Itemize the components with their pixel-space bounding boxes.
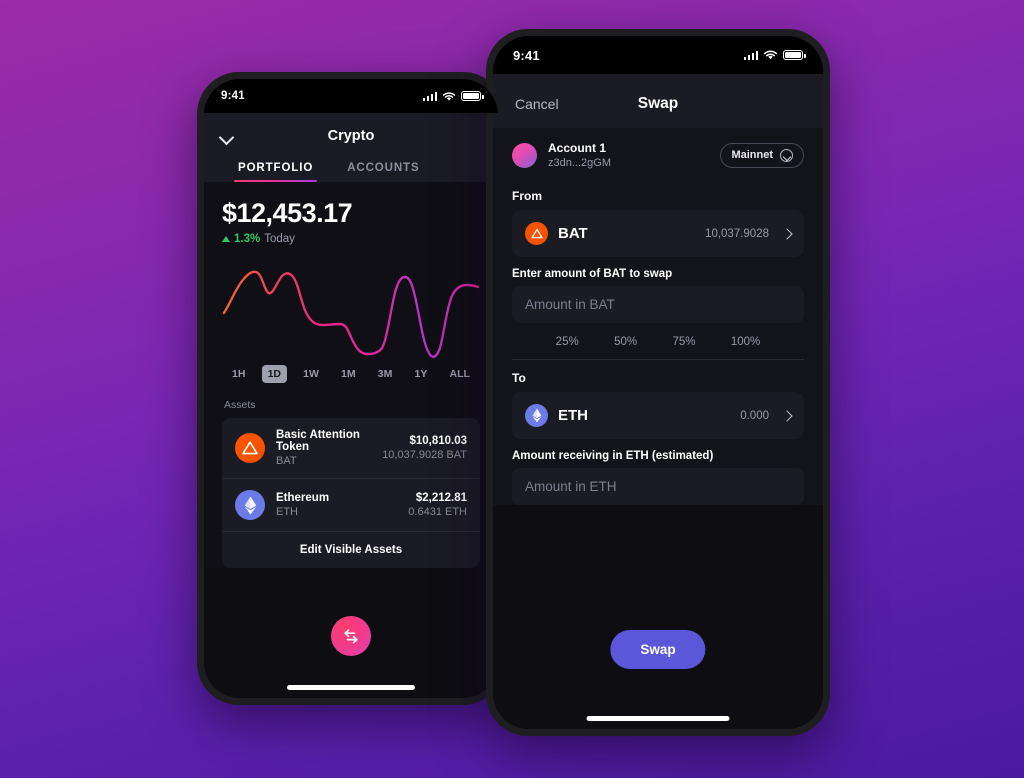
edit-visible-assets-button[interactable]: Edit Visible Assets	[222, 531, 480, 568]
home-indicator	[287, 685, 415, 690]
to-token-selector[interactable]: ETH 0.000	[512, 392, 804, 439]
page-title: Crypto	[327, 128, 375, 144]
chevron-right-icon	[781, 409, 793, 422]
asset-name: Basic Attention Token	[276, 429, 360, 453]
change-period: Today	[264, 233, 295, 245]
phone-left-bezel: 9:41 Crypto PORTFOLIO ACCOUNTS $12,453.1…	[204, 79, 498, 698]
wifi-icon	[763, 50, 778, 60]
total-balance: $12,453.17	[222, 198, 353, 228]
tab-accounts[interactable]: ACCOUNTS	[347, 162, 419, 182]
to-section-label: To	[512, 371, 526, 385]
status-bar-time: 9:41	[221, 90, 245, 102]
range-1y[interactable]: 1Y	[409, 365, 434, 383]
range-1w[interactable]: 1W	[297, 365, 325, 383]
balance-change: 1.3% Today	[222, 233, 480, 245]
bat-coin-icon	[235, 433, 265, 463]
to-field-label: Amount receiving in ETH (estimated)	[512, 450, 714, 462]
to-amount-input[interactable]: Amount in ETH	[512, 468, 804, 505]
account-name: Account 1	[548, 141, 607, 155]
network-selector[interactable]: Mainnet	[720, 142, 804, 168]
table-row[interactable]: Ethereum ETH $2,212.81 0.6431 ETH	[222, 478, 480, 531]
assets-section-label: Assets	[224, 399, 256, 411]
battery-icon	[783, 50, 806, 60]
asset-token-amount: 10,037.9028 BAT	[382, 449, 467, 461]
swap-button[interactable]: Swap	[610, 630, 706, 669]
account-avatar-icon	[512, 142, 537, 168]
phone-right-bezel: 9:41 Cancel Swap Account 1 z3dn...2gGM M…	[493, 36, 823, 729]
phone-right-swap: 9:41 Cancel Swap Account 1 z3dn...2gGM M…	[486, 29, 830, 736]
home-indicator	[586, 716, 730, 721]
asset-values: $10,810.03 10,037.9028 BAT	[382, 435, 467, 461]
phone-right-screen: 9:41 Cancel Swap Account 1 z3dn...2gGM M…	[493, 36, 823, 729]
percent-shortcuts: 25% 50% 75% 100%	[512, 323, 804, 359]
time-range-selector: 1H 1D 1W 1M 3M 1Y ALL	[222, 363, 480, 383]
account-row[interactable]: Account 1 z3dn...2gGM Mainnet	[512, 128, 804, 180]
range-1h[interactable]: 1H	[226, 365, 251, 383]
assets-list: Basic Attention Token BAT $10,810.03 10,…	[222, 418, 480, 568]
phone-left-screen: 9:41 Crypto PORTFOLIO ACCOUNTS $12,453.1…	[204, 79, 498, 698]
battery-icon	[461, 91, 484, 101]
notch	[592, 36, 724, 63]
tab-portfolio[interactable]: PORTFOLIO	[233, 162, 318, 182]
chevron-right-icon	[781, 227, 793, 240]
wifi-icon	[442, 91, 456, 101]
chart-line	[222, 270, 480, 359]
range-1d[interactable]: 1D	[261, 365, 288, 383]
network-label: Mainnet	[731, 149, 773, 161]
account-info: Account 1 z3dn...2gGM	[548, 141, 611, 169]
asset-info: Ethereum ETH	[276, 492, 397, 518]
portfolio-chart-svg	[222, 270, 480, 359]
portfolio-chart[interactable]	[222, 255, 480, 363]
notch	[295, 79, 407, 103]
from-token-symbol: BAT	[558, 225, 588, 242]
asset-token-amount: 0.6431 ETH	[408, 506, 467, 518]
table-row[interactable]: Basic Attention Token BAT $10,810.03 10,…	[222, 418, 480, 478]
status-bar-indicators	[743, 49, 806, 61]
asset-info: Basic Attention Token BAT	[276, 429, 371, 467]
change-percent: 1.3%	[234, 233, 261, 245]
range-3m[interactable]: 3M	[372, 365, 399, 383]
from-amount-input[interactable]: Amount in BAT	[512, 286, 804, 323]
portfolio-title-row: Crypto	[204, 119, 498, 153]
portfolio-tabs: PORTFOLIO ACCOUNTS	[204, 153, 498, 182]
from-token-balance: 10,037.9028	[705, 227, 769, 240]
from-section-label: From	[512, 189, 542, 203]
portfolio-body: $12,453.17 1.3% Today 1H 1D 1W 1M 3M 1Y …	[204, 182, 498, 568]
to-token-symbol: ETH	[558, 407, 588, 424]
percent-75-button[interactable]: 75%	[672, 336, 695, 348]
swap-body: Account 1 z3dn...2gGM Mainnet From BAT 1…	[493, 128, 823, 505]
cellular-bars-icon	[422, 91, 437, 101]
asset-name: Ethereum	[276, 492, 330, 504]
triangle-up-icon	[222, 236, 230, 242]
percent-25-button[interactable]: 25%	[556, 336, 579, 348]
cancel-button[interactable]: Cancel	[515, 96, 559, 112]
to-token-balance: 0.000	[740, 409, 769, 422]
asset-fiat-value: $10,810.03	[409, 435, 467, 447]
swap-fab-button[interactable]	[331, 616, 371, 656]
circled-chevron-down-icon	[780, 148, 793, 162]
range-1m[interactable]: 1M	[335, 365, 362, 383]
phone-left-portfolio: 9:41 Crypto PORTFOLIO ACCOUNTS $12,453.1…	[197, 72, 505, 705]
cellular-bars-icon	[743, 50, 758, 60]
asset-symbol: BAT	[276, 455, 297, 467]
status-bar-indicators	[422, 91, 484, 102]
percent-50-button[interactable]: 50%	[614, 336, 637, 348]
account-address: z3dn...2gGM	[548, 157, 611, 169]
percent-100-button[interactable]: 100%	[731, 336, 760, 348]
swap-arrows-icon	[344, 628, 358, 643]
chevron-down-icon[interactable]	[220, 129, 235, 144]
asset-values: $2,212.81 0.6431 ETH	[408, 492, 467, 518]
status-bar-time: 9:41	[513, 47, 540, 63]
range-all[interactable]: ALL	[444, 365, 476, 383]
eth-coin-icon	[525, 404, 548, 427]
eth-coin-icon	[235, 490, 265, 520]
from-field-label: Enter amount of BAT to swap	[512, 268, 673, 280]
asset-fiat-value: $2,212.81	[415, 492, 467, 504]
bat-coin-icon	[525, 222, 548, 245]
section-divider	[512, 359, 804, 360]
from-token-selector[interactable]: BAT 10,037.9028	[512, 210, 804, 257]
asset-symbol: ETH	[276, 506, 298, 518]
